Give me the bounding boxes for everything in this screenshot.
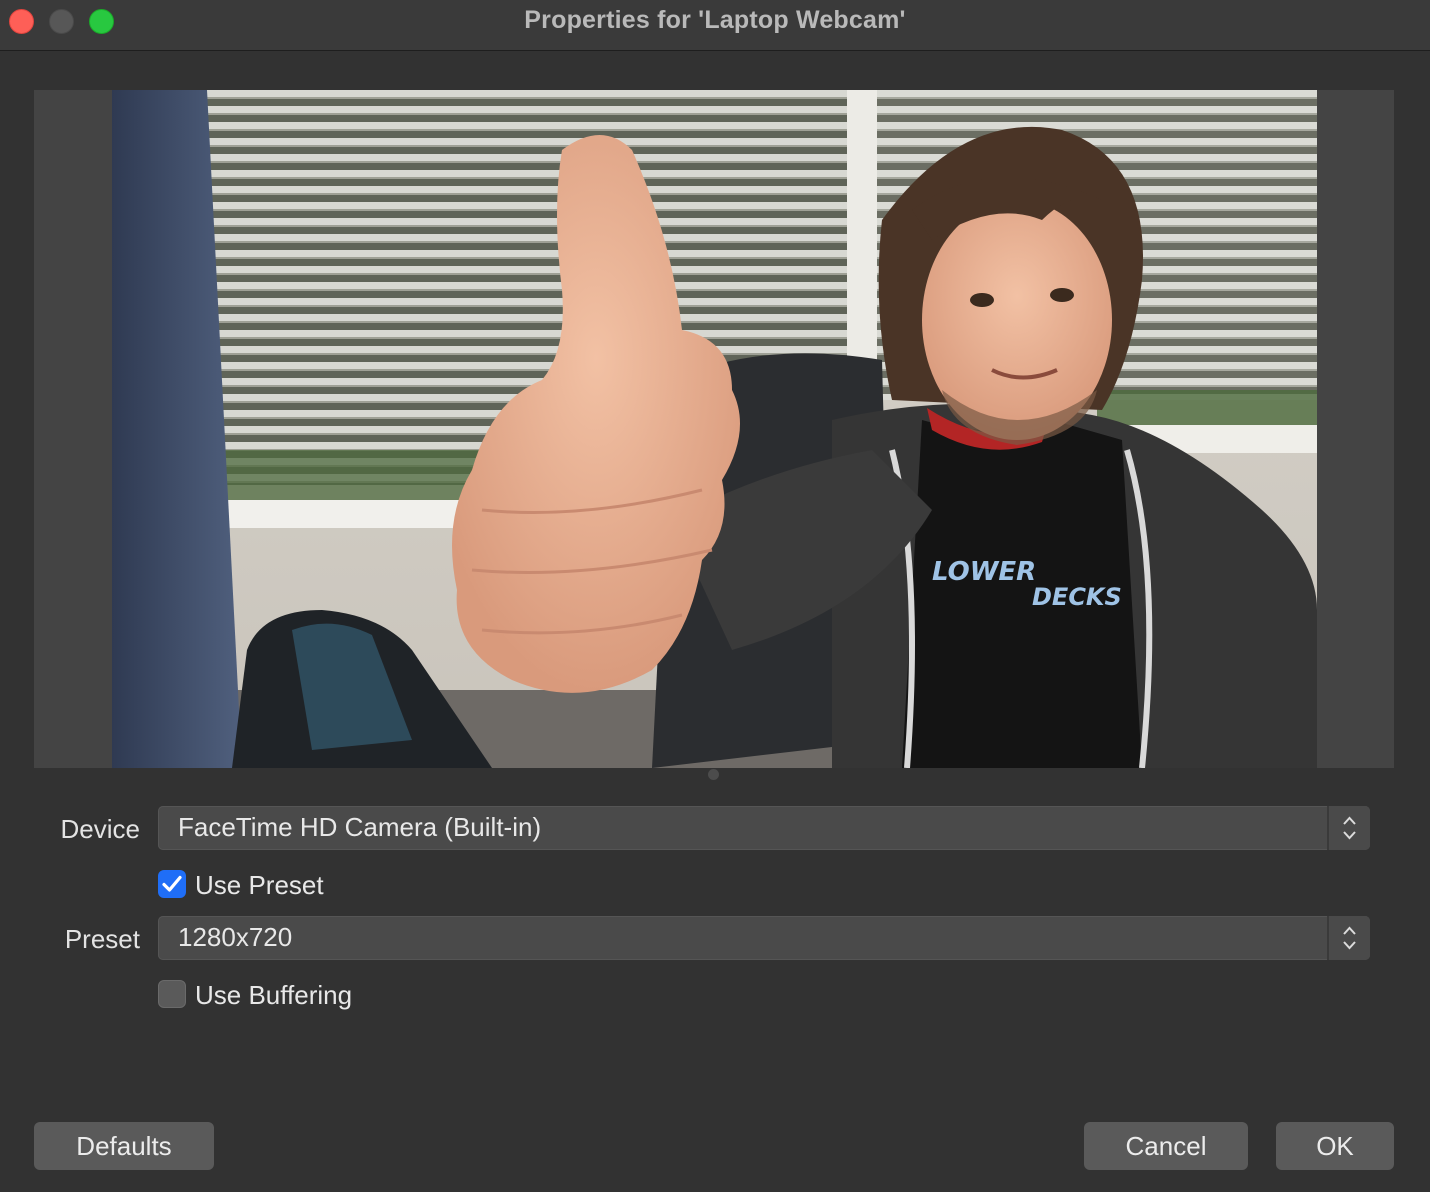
use-preset-checkbox[interactable] bbox=[158, 870, 186, 898]
defaults-button[interactable]: Defaults bbox=[34, 1122, 214, 1170]
device-select[interactable]: FaceTime HD Camera (Built-in) bbox=[158, 806, 1370, 850]
use-buffering-checkbox[interactable] bbox=[158, 980, 186, 1008]
ok-button[interactable]: OK bbox=[1276, 1122, 1394, 1170]
title-bar: Properties for 'Laptop Webcam' bbox=[0, 0, 1430, 51]
preset-select-value: 1280x720 bbox=[178, 922, 293, 952]
use-preset-label[interactable]: Use Preset bbox=[195, 870, 324, 901]
splitter-handle[interactable] bbox=[708, 769, 719, 780]
preset-label: Preset bbox=[64, 924, 140, 954]
svg-text:LOWER: LOWER bbox=[932, 557, 1036, 587]
window-title: Properties for 'Laptop Webcam' bbox=[524, 6, 906, 34]
device-label: Device bbox=[60, 814, 140, 844]
svg-text:DECKS: DECKS bbox=[1032, 583, 1122, 611]
up-down-chevron-icon bbox=[1327, 806, 1370, 850]
checkmark-icon bbox=[162, 875, 182, 892]
webcam-preview-image: LOWER DECKS bbox=[112, 90, 1317, 768]
preset-select[interactable]: 1280x720 bbox=[158, 916, 1370, 960]
up-down-chevron-icon bbox=[1327, 916, 1370, 960]
device-select-value: FaceTime HD Camera (Built-in) bbox=[178, 812, 542, 842]
use-buffering-label[interactable]: Use Buffering bbox=[195, 980, 352, 1011]
source-preview-area: LOWER DECKS bbox=[34, 90, 1394, 768]
cancel-button[interactable]: Cancel bbox=[1084, 1122, 1248, 1170]
